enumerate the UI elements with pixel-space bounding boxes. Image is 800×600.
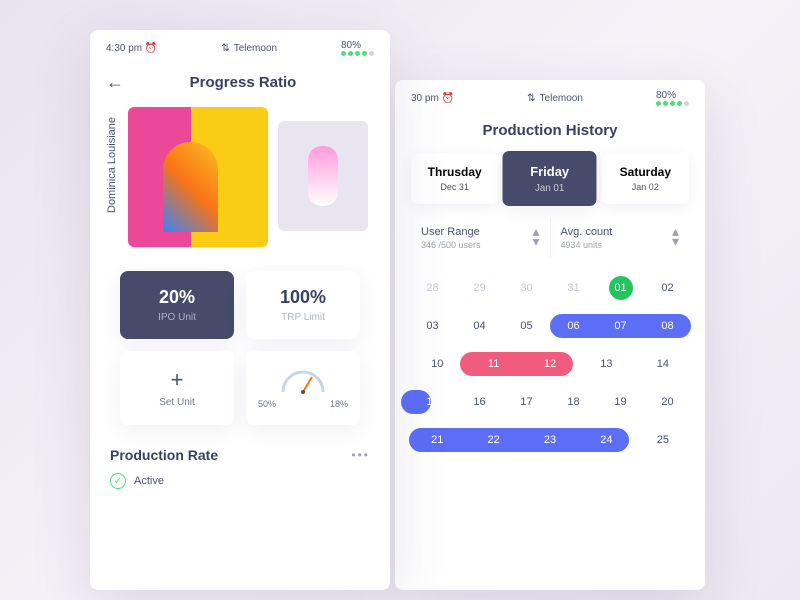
ipo-label: IPO Unit xyxy=(128,312,226,323)
cal-day[interactable]: 11 xyxy=(465,352,521,376)
status-bar: 4:30 pm ⏰ ⇅ Telemoon 80% xyxy=(90,30,390,66)
cal-day[interactable]: 10 xyxy=(409,352,465,376)
cal-day[interactable]: 25 xyxy=(635,428,691,452)
page-title: Production History xyxy=(411,122,689,139)
cal-day[interactable]: 23 xyxy=(522,428,578,452)
gauge-left-value: 50% xyxy=(258,399,276,409)
profile-name: Dominica Louisiane xyxy=(106,107,118,223)
cal-day[interactable]: 06 xyxy=(550,314,597,338)
day-tab-thursday[interactable]: Thrusday Dec 31 xyxy=(411,153,498,204)
status-carrier: ⇅ Telemoon xyxy=(221,43,277,54)
trp-label: TRP Limit xyxy=(254,312,352,323)
screen-progress-ratio: 4:30 pm ⏰ ⇅ Telemoon 80% ← Progress Rati… xyxy=(90,30,390,590)
stepper-icon[interactable]: ▴▾ xyxy=(672,226,679,246)
status-time: 30 pm ⏰ xyxy=(411,93,454,104)
status-battery: 80% xyxy=(656,90,689,106)
set-unit-label: Set Unit xyxy=(128,397,226,408)
cal-day[interactable]: 21 xyxy=(409,428,465,452)
cal-day[interactable]: 20 xyxy=(644,390,691,414)
page-title: Progress Ratio xyxy=(112,74,374,91)
day-tab-friday[interactable]: Friday Jan 01 xyxy=(503,151,597,206)
cal-day[interactable]: 12 xyxy=(522,352,578,376)
cal-day[interactable]: 17 xyxy=(503,390,550,414)
day-tab-saturday[interactable]: Saturday Jan 02 xyxy=(602,153,689,204)
cal-day[interactable]: 19 xyxy=(597,390,644,414)
set-unit-card[interactable]: + Set Unit xyxy=(120,351,234,425)
check-icon: ✓ xyxy=(110,473,126,489)
gallery-image-main[interactable] xyxy=(128,107,268,247)
stepper-icon[interactable]: ▴▾ xyxy=(532,226,539,246)
cal-day[interactable]: 30 xyxy=(503,276,550,300)
cal-day[interactable]: 05 xyxy=(503,314,550,338)
calendar: 28 29 30 31 01 02 03 04 05 06 07 08 10 1… xyxy=(395,272,705,470)
ipo-value: 20% xyxy=(128,287,226,308)
status-text: Active xyxy=(134,475,164,487)
status-battery: 80% xyxy=(341,40,374,56)
status-bar: 30 pm ⏰ ⇅ Telemoon 80% xyxy=(395,80,705,116)
cal-day[interactable]: 04 xyxy=(456,314,503,338)
screen-production-history: 30 pm ⏰ ⇅ Telemoon 80% Production Histor… xyxy=(395,80,705,590)
cal-day[interactable]: 28 xyxy=(409,276,456,300)
cal-day[interactable]: 29 xyxy=(456,276,503,300)
cal-day-today[interactable]: 01 xyxy=(609,276,633,300)
cal-day[interactable]: 02 xyxy=(644,276,691,300)
status-time: 4:30 pm ⏰ xyxy=(106,43,157,54)
cal-day[interactable]: 13 xyxy=(578,352,634,376)
cal-day[interactable]: 08 xyxy=(644,314,691,338)
cal-day[interactable]: 14 xyxy=(635,352,691,376)
gauge-icon xyxy=(278,367,328,395)
cal-day[interactable]: 15 xyxy=(409,390,456,414)
cal-day[interactable]: 24 xyxy=(578,428,634,452)
cal-day[interactable]: 18 xyxy=(550,390,597,414)
more-icon[interactable]: ••• xyxy=(351,448,370,462)
plus-icon: + xyxy=(128,367,226,393)
gauge-right-value: 18% xyxy=(330,399,348,409)
status-carrier: ⇅ Telemoon xyxy=(527,93,583,104)
cal-day[interactable]: 22 xyxy=(465,428,521,452)
production-rate-title: Production Rate xyxy=(110,447,218,463)
user-range-stat[interactable]: ▴▾ User Range 346 /500 users xyxy=(411,218,551,258)
gauge-card[interactable]: 50% 18% xyxy=(246,351,360,425)
trp-limit-card[interactable]: 100% TRP Limit xyxy=(246,271,360,339)
cal-day[interactable]: 16 xyxy=(456,390,503,414)
cal-day[interactable]: 07 xyxy=(597,314,644,338)
gallery-image-side[interactable] xyxy=(278,121,368,231)
ipo-unit-card[interactable]: 20% IPO Unit xyxy=(120,271,234,339)
avg-count-stat[interactable]: ▴▾ Avg. count 4934 units xyxy=(551,218,690,258)
cal-day[interactable]: 31 xyxy=(550,276,597,300)
trp-value: 100% xyxy=(254,287,352,308)
cal-day[interactable]: 03 xyxy=(409,314,456,338)
